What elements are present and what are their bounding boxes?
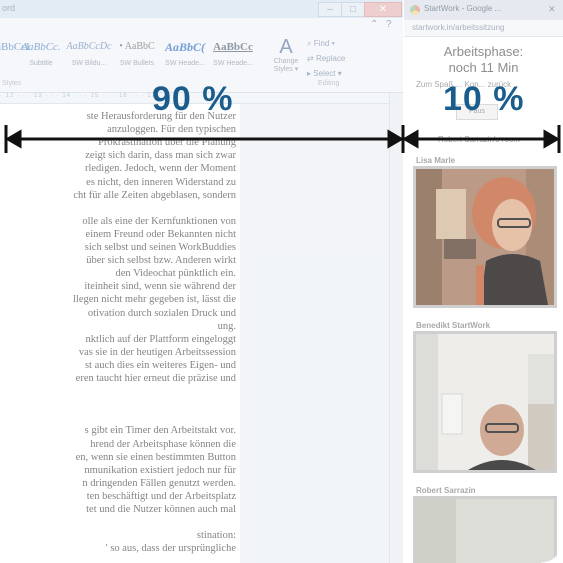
chrome-share-label: 10 % bbox=[443, 80, 525, 118]
frame-corner bbox=[541, 541, 563, 563]
arrowhead-right bbox=[543, 129, 560, 149]
arrowhead-left bbox=[5, 129, 22, 149]
arrowhead-chrome-left bbox=[402, 129, 419, 149]
word-share-label: 90 % bbox=[152, 80, 234, 118]
arrowhead-word-right bbox=[387, 129, 404, 149]
